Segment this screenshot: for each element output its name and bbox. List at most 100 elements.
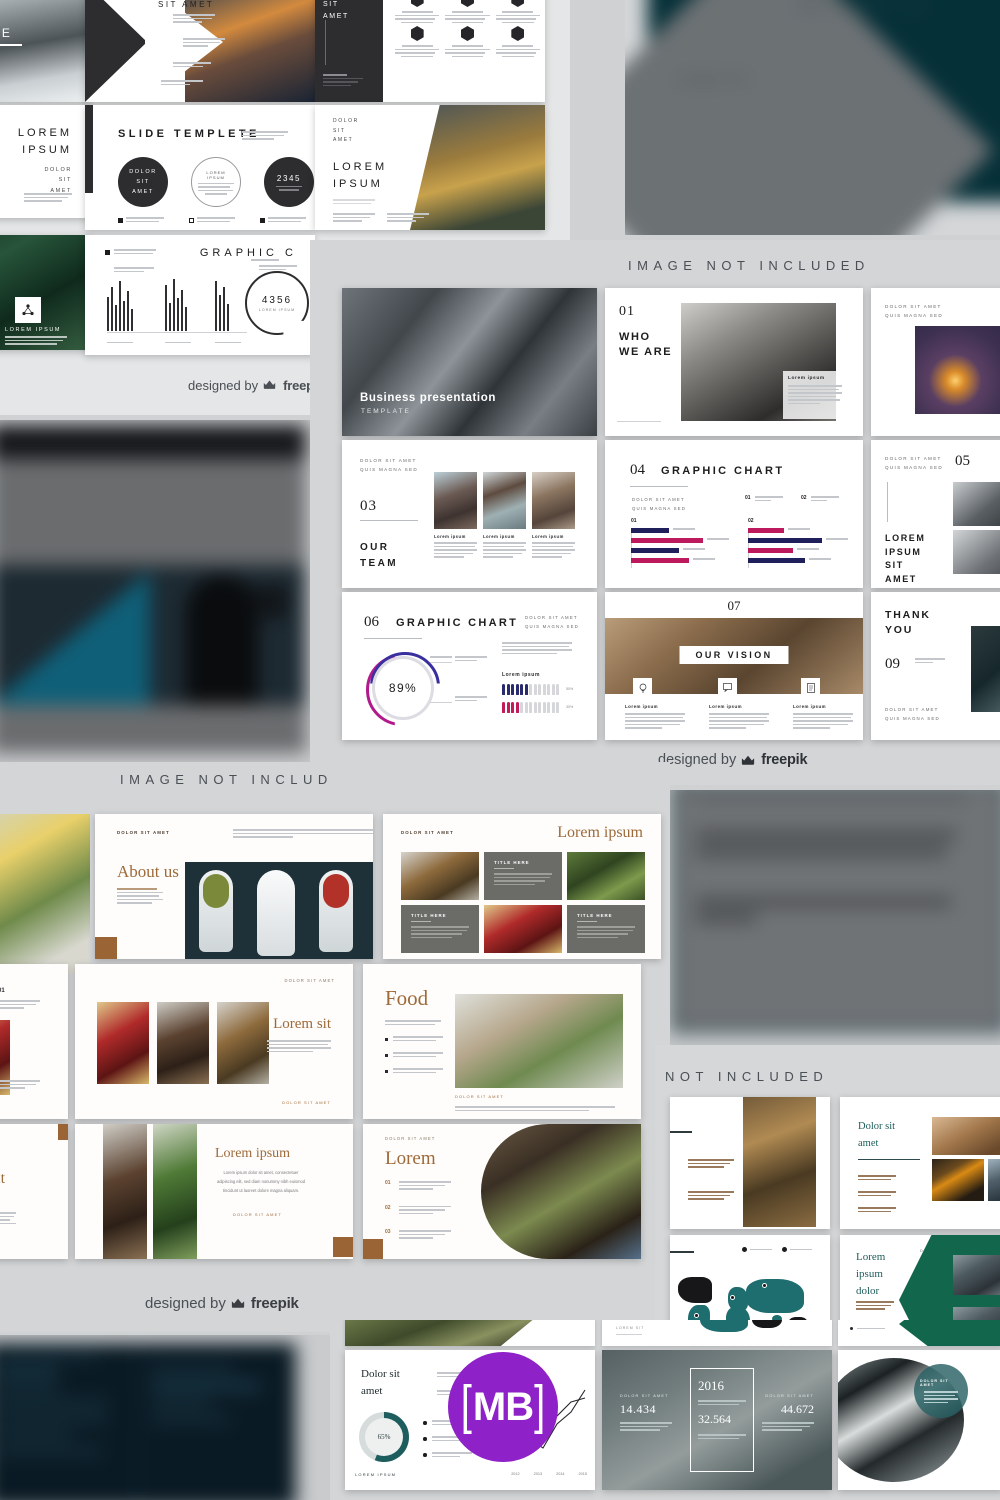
bullet-icon xyxy=(385,1054,388,1057)
legend-swatch-filled xyxy=(118,218,123,223)
slide-number: 05 xyxy=(955,453,970,469)
eyebrow: DOLOR SIT AMET QUIS MAGNA SED xyxy=(632,497,687,511)
slide-lorem-ipsum-grid[interactable]: DOLOR SIT AMET Lorem ipsum TITLE HERE TI… xyxy=(383,814,661,959)
hex-item[interactable] xyxy=(495,0,540,23)
slide-food[interactable]: Food DOLOR SIT AMET xyxy=(363,964,641,1119)
slide-hex-icons[interactable]: DOLOR SIT AMET xyxy=(315,0,545,102)
list-item: 02 xyxy=(385,1205,451,1214)
dark-bottom-slide[interactable] xyxy=(0,1343,296,1500)
hex-item[interactable] xyxy=(445,26,490,57)
chat-icon-card xyxy=(718,678,737,697)
legend-item xyxy=(742,1247,772,1252)
slide-about-us[interactable]: DOLOR SIT AMET About us xyxy=(95,814,373,959)
list-item xyxy=(385,1036,443,1041)
body-lines xyxy=(0,1080,40,1089)
slide-lorem-ipsum-coffee[interactable]: Lorem ipsum Lorem ipsum dolor sit amet, … xyxy=(75,1124,353,1259)
body-lines xyxy=(333,199,375,204)
rule xyxy=(360,520,418,521)
slide-thank-you[interactable]: THANK YOU 09 DOLOR SIT AMET QUIS MAGNA S… xyxy=(871,592,1000,740)
panel-dark-bottom-blurred xyxy=(0,1335,330,1500)
slide-lorem-ipsum-sit-amet[interactable]: DOLOR SIT AMET QUIS MAGNA SED 05 LOREM I… xyxy=(871,440,1000,588)
accent-bar xyxy=(85,105,93,193)
slide-leaves[interactable]: LOREM IPSUM LOREM IPSUM xyxy=(0,235,90,350)
circle-dark-1[interactable]: DOLOR SIT AMET xyxy=(118,157,168,207)
circle-outline[interactable]: LOREM IPSUM xyxy=(191,157,241,207)
body-lines xyxy=(161,80,203,85)
lightbulb-icon xyxy=(639,683,646,692)
slide-map-peek[interactable]: LOREM SIT xyxy=(602,1320,832,1346)
team-member[interactable]: Lorem ipsum xyxy=(532,472,575,558)
donut-chart-65: 65% xyxy=(359,1412,409,1462)
slide-graphic-chart-06[interactable]: 06 GRAPHIC CHART DOLOR SIT AMET QUIS MAG… xyxy=(342,592,597,740)
slide-arrow[interactable]: DOLOR SIT AMET xyxy=(85,0,315,102)
bar-group-3 xyxy=(215,279,229,331)
deer-photo xyxy=(743,1097,816,1227)
slide-lights[interactable]: DOLOR SIT AMET QUIS MAGNA SED xyxy=(871,288,1000,436)
slide-lorem-sit[interactable]: DOLOR SIT AMET Lorem sit DOLOR SIT AMET xyxy=(75,964,353,1119)
list-item: 03 xyxy=(385,1229,451,1239)
slide-dolor-sit-amet[interactable]: Dolor sit amet xyxy=(840,1097,1000,1229)
coffee-photo xyxy=(103,1124,147,1259)
chat-icon xyxy=(723,683,732,692)
circle-dark-2[interactable]: 2345 xyxy=(264,157,314,207)
user-hex-icon xyxy=(511,26,525,41)
bar-navy xyxy=(631,528,669,533)
slide-savanna-peek[interactable] xyxy=(345,1320,595,1346)
body-lines xyxy=(0,1000,40,1009)
slide-bear-stats[interactable]: DOLOR SIT AMET 14.434 2016 32.564 DOLOR … xyxy=(602,1350,832,1490)
body-lines xyxy=(502,642,572,654)
body-lines xyxy=(267,1040,331,1052)
cow-title: LOREM IPSUM xyxy=(333,161,388,191)
hex-item[interactable] xyxy=(395,0,440,23)
team-member[interactable]: Lorem ipsum xyxy=(483,472,526,558)
slide-numbered[interactable]: 01 04 xyxy=(0,964,68,1119)
credit-text: designed by xyxy=(145,1295,226,1312)
callout-text xyxy=(455,696,487,701)
body-lines xyxy=(387,213,429,222)
list-item xyxy=(385,1068,443,1073)
slide-business-cover[interactable]: Business presentation TEMPLATE xyxy=(342,288,597,436)
slide-lorem-bowl[interactable]: DOLOR SIT AMET Lorem 01 02 03 xyxy=(363,1124,641,1259)
footer: DOLOR SIT AMET xyxy=(282,1100,331,1105)
credit-brand: freepik xyxy=(761,752,808,768)
laptop-photo xyxy=(953,530,1000,574)
eyebrow: DOLOR SIT AMET QUIS MAGNA SED xyxy=(524,615,579,629)
cow-eyebrow: DOLOR SIT AMET xyxy=(333,118,359,143)
donut-value: 65% xyxy=(365,1418,403,1456)
hex-item[interactable] xyxy=(395,26,440,57)
pictogram-value: 30% xyxy=(566,705,574,709)
title: Lorem Ipsum sit xyxy=(0,1170,6,1188)
lamps-photo xyxy=(915,326,1000,414)
slide-graphic-chart-minimal[interactable]: GRAPHIC C 4356 LOREM IPSUM xyxy=(85,235,315,355)
donut-4356: 4356 LOREM IPSUM xyxy=(245,271,309,335)
slide-zebra[interactable]: DOLOR SIT AMET xyxy=(838,1350,1000,1490)
bar-label xyxy=(809,558,831,560)
user-hex-icon xyxy=(410,0,424,7)
member-photo xyxy=(532,472,575,529)
slide-mountain-cover[interactable]: TEMPLETE xyxy=(0,0,90,102)
slide-slide-templete[interactable]: SLIDE TEMPLETE DOLOR SIT AMET LOREM IPSU… xyxy=(85,105,315,230)
freepik-crown-icon xyxy=(231,1297,246,1310)
slide-green-peek[interactable] xyxy=(838,1320,1000,1346)
bar-label xyxy=(788,528,810,530)
team-member[interactable]: Lorem ipsum xyxy=(434,472,477,558)
body-lines xyxy=(5,336,67,345)
vision-card: Lorem ipsum xyxy=(793,704,853,729)
hex-item[interactable] xyxy=(445,0,490,23)
rule xyxy=(630,486,688,487)
panel-text-blurred xyxy=(660,790,1000,1055)
member-photo xyxy=(434,472,477,529)
slide-our-team[interactable]: DOLOR SIT AMET QUIS MAGNA SED 03 OUR TEA… xyxy=(342,440,597,588)
slide-diamond[interactable]: LOREM IPSUM DOLOR SIT AMET xyxy=(0,105,90,218)
slide-graphic-chart-04[interactable]: 04 GRAPHIC CHART DOLOR SIT AMET QUIS MAG… xyxy=(605,440,863,588)
number-01: 01 xyxy=(0,988,5,994)
office-blur-slide[interactable] xyxy=(0,425,306,753)
hex-item[interactable] xyxy=(495,26,540,57)
slide-who-we-are[interactable]: 01 WHO WE ARE Lorem ipsum xyxy=(605,288,863,436)
slide-lorem-ipsum-sit[interactable]: Lorem Ipsum sit xyxy=(0,1124,68,1259)
slide-cow[interactable]: DOLOR SIT AMET LOREM IPSUM xyxy=(315,105,545,230)
slide-our-vision[interactable]: 07 OUR VISION Lorem ipsum Lorem ipsum Lo… xyxy=(605,592,863,740)
dark-x-slide[interactable]: LOREM SIT AMET LO LOREM IPS xyxy=(625,0,1000,235)
text-blur-slide[interactable] xyxy=(672,790,1000,1032)
slide-deer[interactable] xyxy=(670,1097,830,1229)
